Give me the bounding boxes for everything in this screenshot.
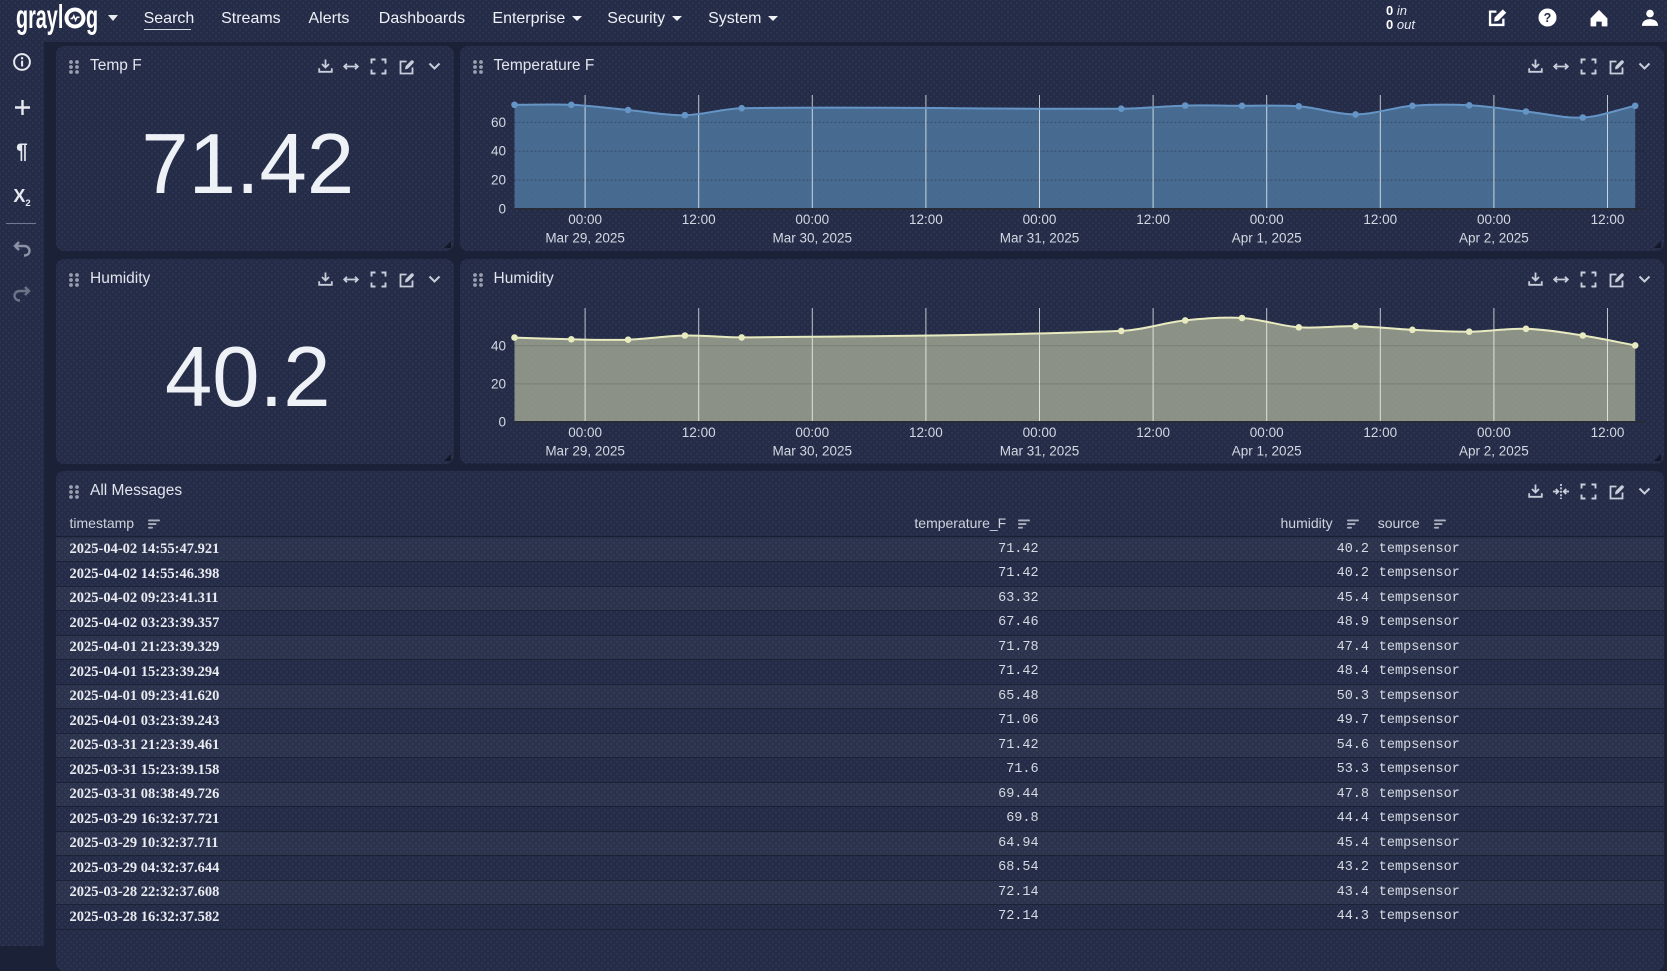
svg-text:Mar 29, 2025: Mar 29, 2025 bbox=[545, 443, 625, 458]
svg-text:12:00: 12:00 bbox=[681, 212, 715, 227]
svg-text:12:00: 12:00 bbox=[1136, 212, 1170, 227]
svg-text:12:00: 12:00 bbox=[1363, 212, 1397, 227]
svg-text:00:00: 00:00 bbox=[795, 425, 829, 440]
svg-text:00:00: 00:00 bbox=[1022, 212, 1056, 227]
svg-text:12:00: 12:00 bbox=[1590, 425, 1624, 440]
svg-text:00:00: 00:00 bbox=[568, 425, 602, 440]
svg-text:40: 40 bbox=[490, 338, 505, 353]
svg-text:Apr 1, 2025: Apr 1, 2025 bbox=[1231, 443, 1301, 458]
svg-text:00:00: 00:00 bbox=[1022, 425, 1056, 440]
svg-text:0: 0 bbox=[498, 414, 506, 429]
svg-text:40: 40 bbox=[490, 144, 505, 159]
svg-text:20: 20 bbox=[490, 173, 505, 188]
svg-text:Mar 30, 2025: Mar 30, 2025 bbox=[772, 231, 852, 246]
svg-text:12:00: 12:00 bbox=[1590, 212, 1624, 227]
svg-text:12:00: 12:00 bbox=[909, 425, 943, 440]
svg-text:00:00: 00:00 bbox=[1249, 212, 1283, 227]
svg-text:0: 0 bbox=[498, 202, 506, 217]
svg-text:Mar 31, 2025: Mar 31, 2025 bbox=[999, 443, 1079, 458]
svg-text:12:00: 12:00 bbox=[909, 212, 943, 227]
svg-text:Mar 31, 2025: Mar 31, 2025 bbox=[999, 231, 1079, 246]
svg-text:?: ? bbox=[1544, 11, 1552, 25]
svg-text:20: 20 bbox=[490, 376, 505, 391]
svg-text:12:00: 12:00 bbox=[1136, 425, 1170, 440]
svg-text:12:00: 12:00 bbox=[1363, 425, 1397, 440]
svg-text:Apr 2, 2025: Apr 2, 2025 bbox=[1458, 443, 1528, 458]
svg-text:Apr 2, 2025: Apr 2, 2025 bbox=[1458, 231, 1528, 246]
svg-text:00:00: 00:00 bbox=[795, 212, 829, 227]
svg-text:00:00: 00:00 bbox=[1477, 425, 1511, 440]
svg-text:Mar 29, 2025: Mar 29, 2025 bbox=[545, 231, 625, 246]
svg-text:00:00: 00:00 bbox=[568, 212, 602, 227]
svg-text:60: 60 bbox=[490, 115, 505, 130]
svg-text:Apr 1, 2025: Apr 1, 2025 bbox=[1231, 231, 1301, 246]
svg-text:Mar 30, 2025: Mar 30, 2025 bbox=[772, 443, 852, 458]
svg-text:00:00: 00:00 bbox=[1477, 212, 1511, 227]
svg-text:00:00: 00:00 bbox=[1249, 425, 1283, 440]
svg-text:12:00: 12:00 bbox=[681, 425, 715, 440]
